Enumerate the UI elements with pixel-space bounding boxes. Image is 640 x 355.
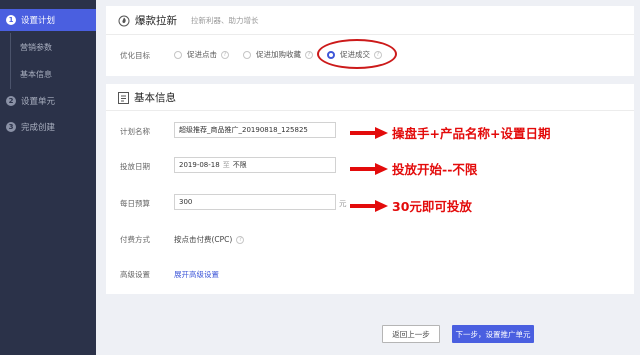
divider	[106, 34, 634, 35]
sidebar-step-plan[interactable]: 1 设置计划	[0, 9, 96, 31]
step-label: 完成创建	[21, 123, 56, 133]
annotation-plan-name: 操盘手+产品名称+设置日期	[350, 123, 550, 142]
pay-method-label: 付费方式	[120, 235, 150, 244]
date-label: 投放日期	[120, 162, 150, 171]
red-arrow-icon	[350, 199, 388, 212]
sidebar: 1 设置计划 营销参数 基本信息 2 设置单元 3 完成创建	[0, 0, 96, 355]
annotation-text: 操盘手+产品名称+设置日期	[392, 126, 551, 141]
scenario-title: 爆款拉新	[135, 15, 177, 27]
annotation-text: 投放开始--不限	[392, 162, 478, 177]
radio-circle[interactable]	[174, 50, 182, 59]
basic-info-title: 基本信息	[134, 92, 176, 104]
back-button[interactable]: 返回上一步	[382, 325, 440, 343]
date-range-input[interactable]: 2019-08-18 至 不限	[174, 157, 336, 173]
annotation-date: 投放开始--不限	[350, 159, 477, 178]
highlight-ellipse	[317, 39, 397, 69]
step-label: 设置计划	[21, 16, 56, 26]
step-connector	[10, 33, 11, 89]
step-number: 2	[6, 96, 16, 106]
radio-label: 促进点击	[187, 50, 217, 59]
divider	[106, 110, 634, 111]
scenario-card: 爆款拉新 拉新利器、助力增长 优化目标 促进点击 ? 促进加购收藏 ? 促进成交…	[106, 6, 634, 76]
budget-input[interactable]: 300	[174, 194, 336, 210]
start-date: 2019-08-18	[179, 161, 220, 169]
scenario-header: 爆款拉新 拉新利器、助力增长	[118, 13, 259, 28]
annotation-budget: 30元即可投放	[350, 196, 472, 215]
help-icon[interactable]: ?	[305, 50, 313, 59]
step-number: 3	[6, 122, 16, 132]
basic-info-card: 基本信息 计划名称 超级推荐_商品推广_20190818_125825 投放日期…	[106, 84, 634, 294]
advanced-label: 高级设置	[120, 270, 150, 279]
radio-promote-click[interactable]: 促进点击 ?	[174, 49, 229, 60]
radio-circle[interactable]	[243, 50, 251, 59]
plan-name-label: 计划名称	[120, 127, 150, 136]
date-separator: 至	[222, 161, 230, 169]
pay-method-value: 按点击付费(CPC) ?	[174, 234, 245, 245]
sidebar-item-basic-info[interactable]: 基本信息	[20, 69, 52, 80]
radio-label: 促进加购收藏	[256, 50, 301, 59]
expand-advanced-link[interactable]: 展开高级设置	[174, 269, 219, 280]
red-arrow-icon	[350, 126, 388, 139]
step-number: 1	[6, 15, 16, 25]
step-label: 设置单元	[21, 97, 56, 107]
red-arrow-icon	[350, 162, 388, 175]
sidebar-step-complete[interactable]: 3 完成创建	[0, 116, 96, 138]
scenario-subtitle: 拉新利器、助力增长	[191, 16, 259, 25]
budget-unit: 元	[339, 199, 347, 208]
pay-method-text: 按点击付费(CPC)	[174, 235, 233, 244]
plan-name-input[interactable]: 超级推荐_商品推广_20190818_125825	[174, 122, 336, 138]
sidebar-item-marketing-params[interactable]: 营销参数	[20, 42, 52, 53]
goal-label: 优化目标	[120, 51, 150, 60]
help-icon[interactable]: ?	[221, 50, 229, 59]
annotation-text: 30元即可投放	[392, 199, 472, 214]
hot-item-icon	[118, 15, 130, 26]
document-icon	[118, 91, 129, 104]
help-icon[interactable]: ?	[236, 235, 245, 244]
sidebar-step-unit[interactable]: 2 设置单元	[0, 90, 96, 112]
end-date: 不限	[232, 161, 247, 169]
budget-label: 每日预算	[120, 199, 150, 208]
next-button[interactable]: 下一步，设置推广单元	[452, 325, 534, 343]
basic-info-header: 基本信息	[118, 90, 176, 105]
radio-promote-cart[interactable]: 促进加购收藏 ?	[243, 49, 313, 60]
